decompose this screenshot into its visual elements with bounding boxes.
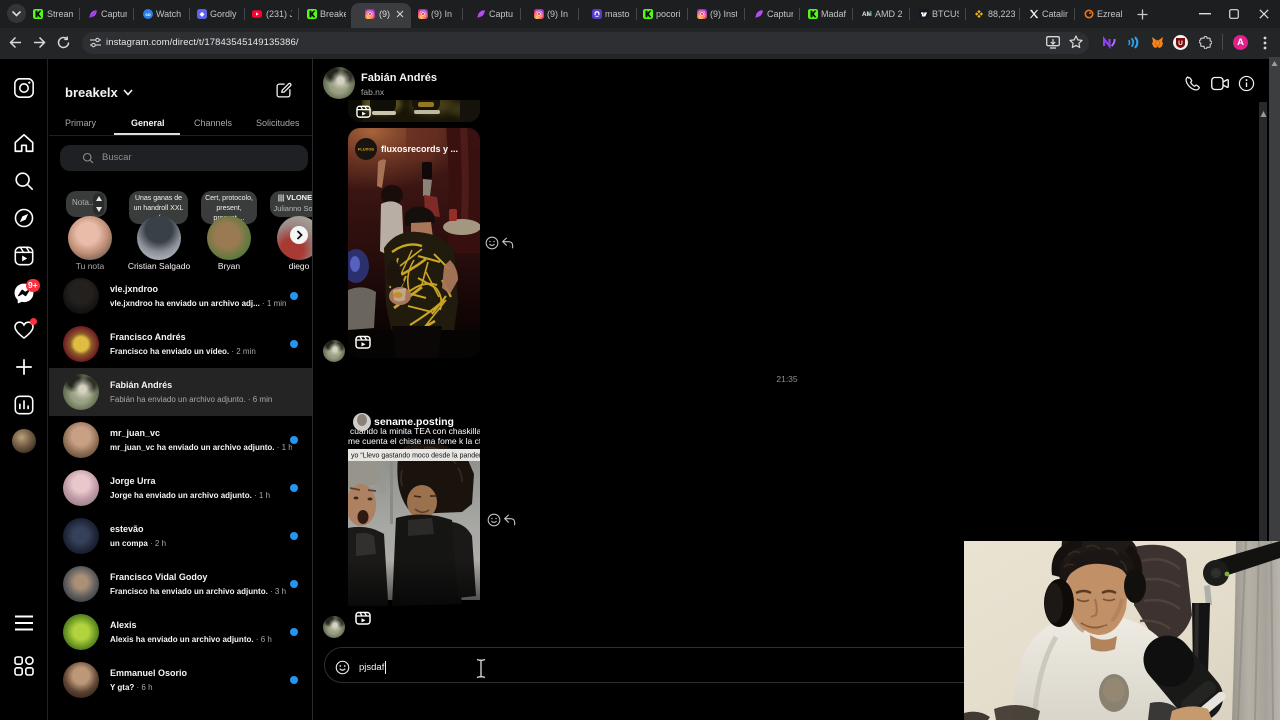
svg-text:U: U (1178, 39, 1183, 46)
svg-text:fluxosrecords y ...: fluxosrecords y ... (381, 144, 458, 154)
svg-text:FLUXOS: FLUXOS (358, 146, 375, 151)
svg-text:yo “Llevo gastando moco desde: yo “Llevo gastando moco desde la pandemi… (351, 453, 480, 460)
svg-text:co: co (145, 12, 151, 17)
svg-text:me cuenta el chiste ma fome k: me cuenta el chiste ma fome k la ctm (348, 436, 480, 446)
svg-text:sename.posting: sename.posting (374, 416, 454, 428)
